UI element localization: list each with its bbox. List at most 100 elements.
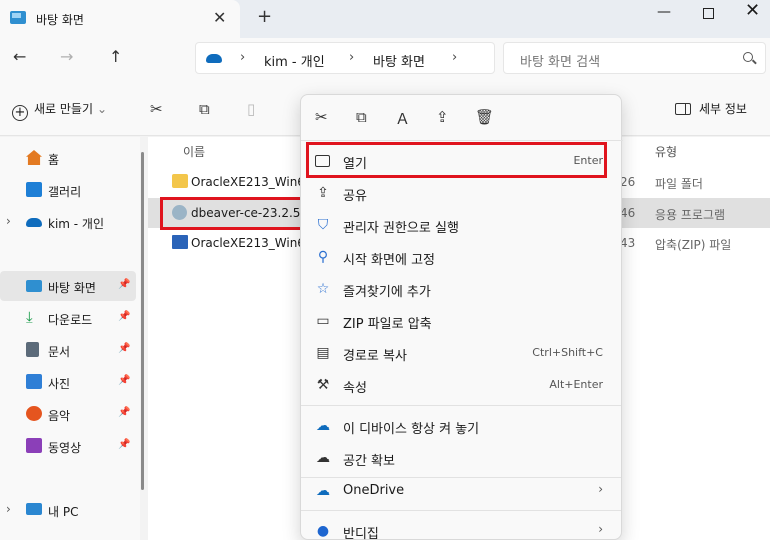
chevron-right-icon[interactable]: › — [6, 502, 11, 516]
breadcrumb-separator: › — [240, 50, 246, 65]
navigation-bar: ← → ↑ › kim - 개인 › 바탕 화면 › 바탕 화면 검색 — [0, 38, 770, 80]
file-date: 46 — [620, 206, 636, 220]
paste-icon[interactable]: ▯ — [247, 100, 255, 118]
menu-item-label: 이 디바이스 항상 켜 놓기 — [343, 422, 480, 437]
sidebar-item-gallery[interactable]: 갤러리 — [0, 175, 136, 205]
tab-desktop[interactable]: 바탕 화면 ✕ — [0, 0, 240, 38]
breadcrumb-desktop[interactable]: 바탕 화면 — [373, 51, 425, 70]
video-icon — [26, 438, 42, 453]
copy-icon[interactable]: ⧉ — [356, 108, 367, 126]
menu-item-always-keep[interactable]: ☁ 이 디바이스 항상 켜 놓기 — [305, 410, 617, 442]
cloud-sync-icon: ☁ — [316, 418, 330, 434]
search-input[interactable]: 바탕 화면 검색 — [503, 42, 766, 74]
pin-icon: 📌 — [118, 375, 131, 386]
sidebar-item-downloads[interactable]: ⤓ 다운로드 📌 — [0, 303, 136, 333]
chevron-down-icon: ⌄ — [97, 102, 108, 116]
sidebar-item-pictures[interactable]: 사진 📌 — [0, 367, 136, 397]
pin-icon: ⚲ — [317, 249, 329, 265]
menu-item-add-favorites[interactable]: ☆ 즐겨찾기에 추가 — [305, 273, 617, 305]
file-date: 43 — [620, 236, 636, 250]
minimize-button[interactable]: — — [657, 4, 671, 20]
file-type: 파일 폴더 — [655, 177, 703, 191]
sidebar-item-music[interactable]: 음악 📌 — [0, 399, 136, 429]
forward-button[interactable]: → — [60, 47, 73, 66]
rename-icon[interactable]: Ａ — [395, 108, 410, 129]
sidebar-item-this-pc[interactable]: › 내 PC — [0, 495, 136, 525]
close-window-button[interactable]: ✕ — [745, 0, 760, 21]
folder-icon — [172, 174, 188, 188]
breadcrumb-kim[interactable]: kim - 개인 — [264, 51, 325, 70]
details-button[interactable]: 세부 정보 — [675, 100, 747, 117]
breadcrumb-separator[interactable]: › — [452, 50, 457, 65]
menu-item-label: 시작 화면에 고정 — [343, 253, 435, 268]
menu-item-properties[interactable]: ⚒ 속성 Alt+Enter — [305, 369, 617, 401]
sidebar-item-label: 홈 — [48, 153, 60, 167]
cut-icon[interactable]: ✂ — [315, 108, 328, 126]
sidebar-item-documents[interactable]: 문서 📌 — [0, 335, 136, 365]
delete-icon[interactable]: 🗑 — [475, 108, 494, 126]
address-bar[interactable]: › kim - 개인 › 바탕 화면 › — [195, 42, 495, 74]
menu-item-label: OneDrive — [343, 483, 405, 498]
navigation-pane: 홈 갤러리 › kim - 개인 바탕 화면 📌 ⤓ 다운로드 📌 문서 📌 사… — [0, 137, 140, 540]
plus-icon: + — [12, 105, 28, 121]
file-type: 압축(ZIP) 파일 — [655, 238, 732, 252]
tab-close-icon[interactable]: ✕ — [213, 8, 226, 27]
pin-icon: 📌 — [118, 439, 131, 450]
breadcrumb-separator: › — [349, 50, 355, 65]
pin-icon: 📌 — [118, 311, 131, 322]
menu-item-pin-to-start[interactable]: ⚲ 시작 화면에 고정 — [305, 241, 617, 273]
menu-item-label: 관리자 권한으로 실행 — [343, 221, 459, 236]
sidebar-item-label: 내 PC — [48, 505, 79, 519]
menu-separator — [301, 510, 621, 511]
pin-icon: 📌 — [118, 343, 131, 354]
menu-item-onedrive[interactable]: ☁ OneDrive › — [305, 475, 617, 507]
download-icon: ⤓ — [26, 308, 33, 326]
sidebar-item-label: 바탕 화면 — [48, 281, 96, 295]
back-button[interactable]: ← — [13, 47, 26, 66]
maximize-button[interactable] — [703, 8, 714, 19]
pc-icon — [26, 503, 42, 515]
new-button[interactable]: + 새로 만들기 ⌄ — [12, 100, 107, 121]
onedrive-cloud-icon — [26, 218, 42, 227]
up-button[interactable]: ↑ — [109, 47, 122, 66]
sidebar-item-label: 음악 — [48, 409, 71, 423]
menu-item-share[interactable]: ⇪ 공유 — [305, 177, 617, 209]
sidebar-item-onedrive[interactable]: › kim - 개인 — [0, 207, 136, 237]
menu-item-label: 속성 — [343, 381, 367, 396]
new-tab-button[interactable]: + — [257, 6, 272, 27]
sidebar-item-label: 문서 — [48, 345, 71, 359]
file-name: OracleXE213_Win64 — [191, 175, 313, 189]
new-label: 새로 만들기 — [34, 102, 94, 116]
search-icon — [743, 52, 753, 62]
copy-icon[interactable]: ⧉ — [199, 100, 210, 118]
cut-icon[interactable]: ✂ — [150, 100, 163, 118]
chevron-right-icon[interactable]: › — [6, 214, 11, 228]
menu-separator — [301, 405, 621, 406]
menu-item-label: 공유 — [343, 189, 367, 204]
menu-item-label: ZIP 파일로 압축 — [343, 317, 432, 332]
menu-item-compress-zip[interactable]: ▭ ZIP 파일로 압축 — [305, 305, 617, 337]
zip-icon — [172, 235, 188, 249]
column-header-type[interactable]: 유형 — [655, 143, 677, 160]
menu-item-shortcut: Alt+Enter — [549, 378, 603, 391]
share-icon[interactable]: ⇪ — [436, 108, 449, 126]
sidebar-item-label: kim - 개인 — [48, 217, 105, 231]
copy-path-icon: ▤ — [316, 345, 330, 361]
share-icon: ⇪ — [317, 185, 329, 201]
sidebar-item-desktop[interactable]: 바탕 화면 📌 — [0, 271, 136, 301]
sidebar-item-videos[interactable]: 동영상 📌 — [0, 431, 136, 461]
menu-item-free-up-space[interactable]: ☁ 공간 확보 — [305, 442, 617, 474]
menu-item-run-as-admin[interactable]: ⛉ 관리자 권한으로 실행 — [305, 209, 617, 241]
music-icon — [26, 406, 42, 421]
sidebar-item-home[interactable]: 홈 — [0, 143, 136, 173]
menu-item-copy-path[interactable]: ▤ 경로로 복사 Ctrl+Shift+C — [305, 337, 617, 369]
details-label: 세부 정보 — [699, 102, 747, 116]
shield-icon: ⛉ — [317, 217, 329, 233]
menu-item-bandizip[interactable]: ● 반디집 › — [305, 515, 617, 540]
pin-icon: 📌 — [118, 279, 131, 290]
sidebar-scrollbar[interactable] — [141, 152, 144, 490]
onedrive-cloud-icon: ☁ — [316, 483, 330, 499]
column-header-name[interactable]: 이름 — [183, 143, 205, 160]
gallery-icon — [26, 182, 42, 197]
menu-item-label: 경로로 복사 — [343, 349, 407, 364]
